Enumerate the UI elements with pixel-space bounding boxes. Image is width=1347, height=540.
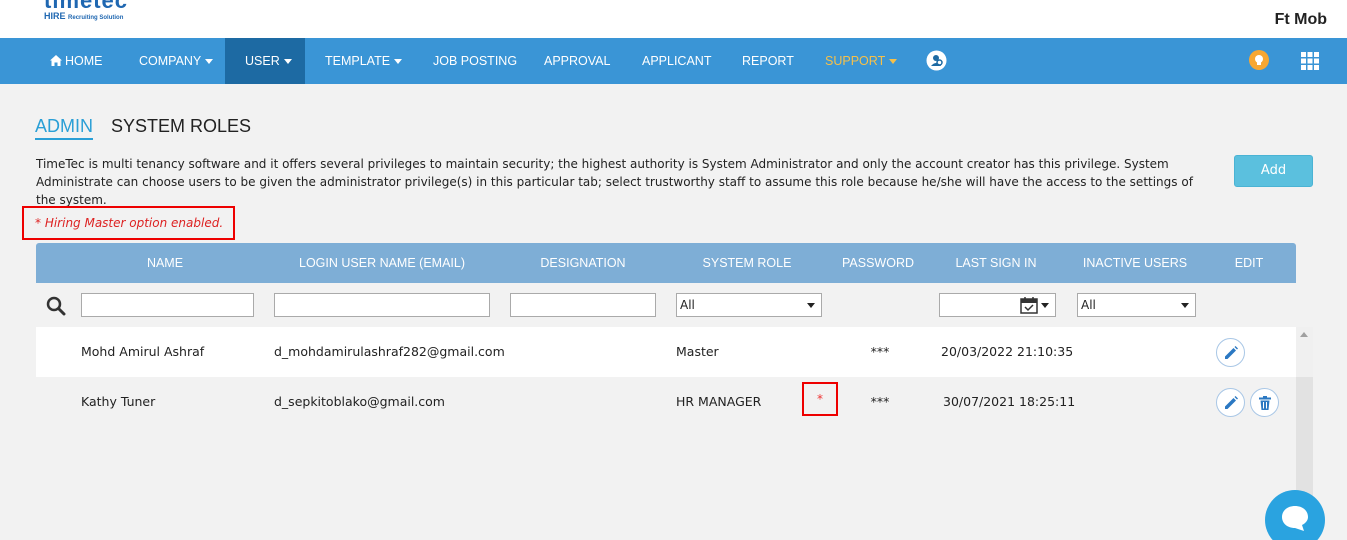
inactive-users-filter-value: All — [1081, 298, 1096, 312]
table-header: NAME LOGIN USER NAME (EMAIL) DESIGNATION… — [36, 243, 1296, 283]
row-password: *** — [870, 394, 890, 409]
row-password: *** — [870, 344, 890, 359]
master-option-mark: * — [802, 382, 838, 416]
col-name: NAME — [146, 256, 184, 270]
nav-report[interactable]: REPORT — [742, 38, 794, 84]
nav-approval-label: APPROVAL — [544, 54, 611, 68]
lightbulb-icon[interactable] — [1249, 50, 1269, 70]
nav-home-label: HOME — [65, 54, 103, 68]
chevron-down-icon — [1181, 303, 1189, 308]
search-icon[interactable] — [46, 296, 66, 316]
apps-grid-icon[interactable] — [1301, 52, 1319, 70]
nav-template-label: TEMPLATE — [325, 54, 391, 68]
nav-template[interactable]: TEMPLATE — [325, 38, 403, 84]
row-system-role: Master — [676, 344, 719, 359]
page-description: TimeTec is multi tenancy software and it… — [36, 157, 1193, 207]
col-password: PASSWORD — [842, 256, 914, 270]
main-nav: HOME COMPANY USER TEMPLATE JOB POSTING A… — [0, 38, 1347, 84]
system-role-filter-value: All — [680, 298, 695, 312]
nav-job-posting-label: JOB POSTING — [433, 54, 518, 68]
user-search-icon[interactable] — [926, 50, 947, 71]
chat-bubble-icon — [1282, 506, 1308, 531]
nav-report-label: REPORT — [742, 54, 794, 68]
chevron-down-icon — [283, 59, 292, 65]
col-edit: EDIT — [1234, 256, 1264, 270]
table-row: Mohd Amirul Ashraf d_mohdamirulashraf282… — [36, 327, 1296, 377]
row-last-sign-in: 30/07/2021 18:25:11 — [943, 394, 1076, 409]
filter-row: All All — [36, 283, 1296, 327]
edit-button[interactable] — [1216, 388, 1245, 417]
nav-applicant[interactable]: APPLICANT — [642, 38, 711, 84]
hiring-master-notice: * Hiring Master option enabled. — [22, 206, 235, 240]
top-bar: timetec HIRE Recruiting Solution Ft Mob — [0, 0, 1347, 38]
edit-button[interactable] — [1216, 338, 1245, 367]
row-last-sign-in: 20/03/2022 21:10:35 — [941, 344, 1074, 359]
logo-text: timetec — [44, 0, 129, 13]
row-email: d_mohdamirulashraf282@gmail.com — [274, 344, 505, 359]
last-sign-in-date-filter[interactable] — [939, 293, 1056, 317]
chevron-down-icon — [205, 59, 214, 65]
chat-widget-button[interactable] — [1265, 490, 1325, 540]
delete-button[interactable] — [1250, 388, 1279, 417]
pencil-icon — [1225, 346, 1238, 359]
chevron-down-icon — [807, 303, 815, 308]
table-row: Kathy Tuner d_sepkitoblako@gmail.com HR … — [36, 377, 1296, 427]
row-name: Kathy Tuner — [81, 394, 156, 409]
row-name: Mohd Amirul Ashraf — [81, 344, 205, 359]
name-filter-input[interactable] — [81, 293, 254, 317]
col-designation: DESIGNATION — [540, 256, 626, 270]
col-inactive-users: INACTIVE USERS — [1082, 256, 1188, 270]
home-icon — [50, 55, 62, 66]
nav-support[interactable]: SUPPORT — [825, 38, 898, 84]
nav-company-label: COMPANY — [139, 54, 202, 68]
pencil-icon — [1225, 396, 1238, 409]
nav-support-label: SUPPORT — [825, 54, 886, 68]
calendar-icon — [1020, 297, 1038, 314]
nav-approval[interactable]: APPROVAL — [544, 38, 610, 84]
row-system-role: HR MANAGER — [676, 394, 762, 409]
col-login: LOGIN USER NAME (EMAIL) — [299, 256, 465, 270]
inactive-users-filter-select[interactable]: All — [1077, 293, 1196, 317]
scroll-up-arrow-icon[interactable] — [1300, 332, 1308, 337]
add-button[interactable]: Add — [1234, 155, 1313, 187]
nav-home[interactable]: HOME — [50, 38, 103, 84]
chevron-down-icon — [394, 59, 403, 65]
email-filter-input[interactable] — [274, 293, 490, 317]
chevron-down-icon — [889, 59, 898, 65]
nav-job-posting[interactable]: JOB POSTING — [433, 38, 517, 84]
tab-admin[interactable]: ADMIN — [35, 116, 93, 140]
nav-user-label: USER — [245, 54, 280, 68]
nav-applicant-label: APPLICANT — [642, 54, 712, 68]
nav-user[interactable]: USER — [225, 38, 305, 84]
tab-system-roles[interactable]: SYSTEM ROLES — [111, 116, 251, 137]
logo-sub-tag: Recruiting Solution — [68, 15, 124, 21]
timetec-hire-logo[interactable]: timetec HIRE Recruiting Solution — [44, 0, 128, 23]
col-system-role: SYSTEM ROLE — [702, 256, 792, 270]
col-last-sign-in: LAST SIGN IN — [955, 256, 1037, 270]
row-email: d_sepkitoblako@gmail.com — [274, 394, 445, 409]
trash-icon — [1259, 396, 1271, 410]
logo-sub-main: HIRE — [44, 11, 66, 21]
chevron-down-icon — [1041, 303, 1049, 308]
system-role-filter-select[interactable]: All — [676, 293, 822, 317]
account-name[interactable]: Ft Mob — [1275, 11, 1327, 29]
nav-company[interactable]: COMPANY — [139, 38, 214, 84]
designation-filter-input[interactable] — [510, 293, 656, 317]
